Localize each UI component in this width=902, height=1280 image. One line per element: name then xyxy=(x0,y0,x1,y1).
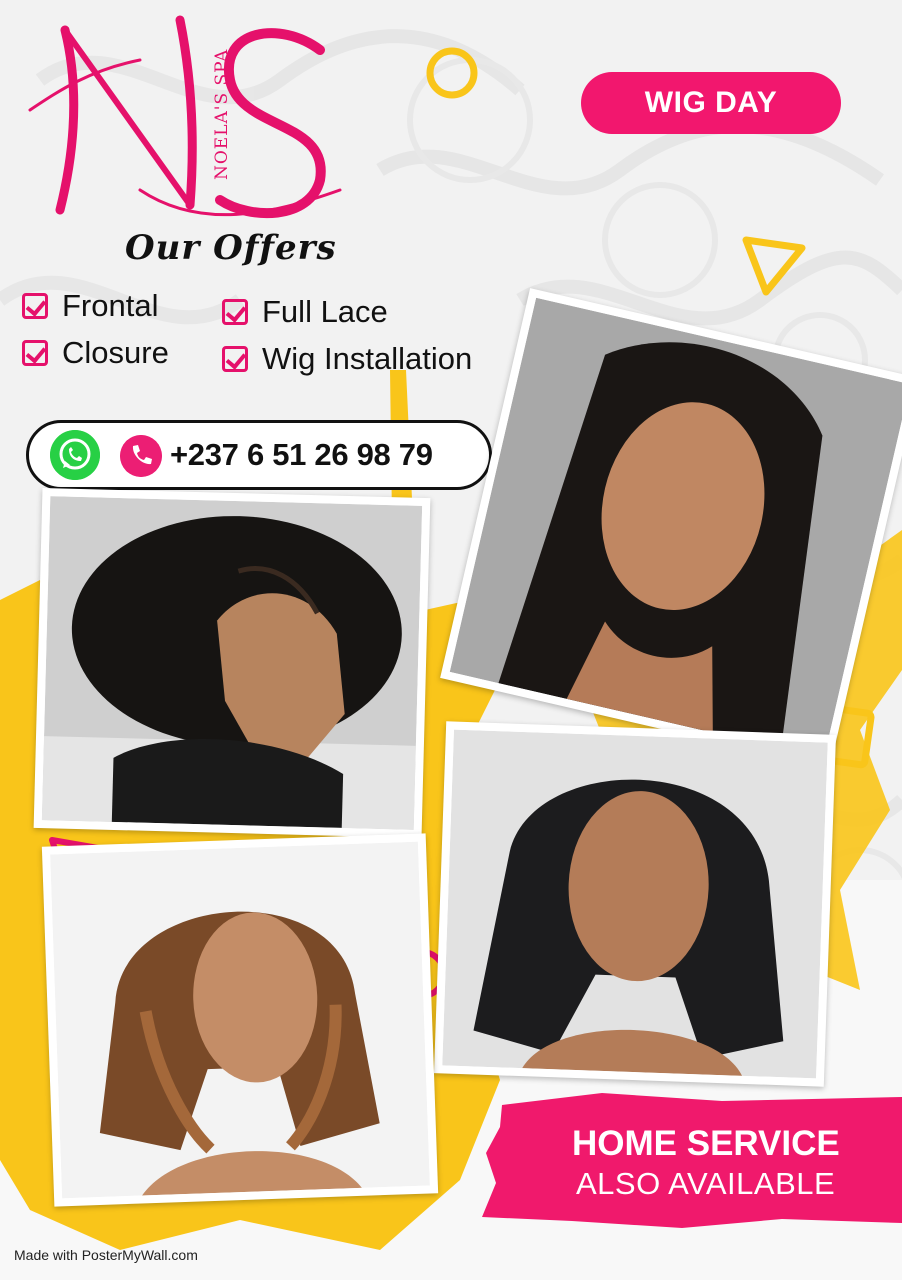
made-with-credit: Made with PosterMyWall.com xyxy=(14,1247,198,1263)
offer-label: Wig Installation xyxy=(262,341,473,376)
phone-number[interactable]: +237 6 51 26 98 79 xyxy=(170,437,433,473)
offer-item: Frontal xyxy=(22,288,158,324)
offer-label: Full Lace xyxy=(262,294,388,329)
offer-item: Full Lace xyxy=(222,294,388,330)
checkbox-icon xyxy=(22,340,48,366)
yellow-triangle-shape xyxy=(742,236,806,296)
brand-logo xyxy=(28,15,342,219)
home-service-subtitle: ALSO AVAILABLE xyxy=(576,1166,836,1201)
checkbox-icon xyxy=(22,293,48,319)
logo-spa-text: NOELA'S SPA xyxy=(212,48,232,180)
poster: NOELA'S SPA WIG DAY Our Offers Frontal F… xyxy=(0,0,902,1280)
offer-item: Wig Installation xyxy=(222,341,472,377)
yellow-circle-shape xyxy=(426,47,478,99)
wig-photo-black-bob xyxy=(433,721,837,1087)
wig-day-badge: WIG DAY xyxy=(581,72,841,134)
contact-pill[interactable]: +237 6 51 26 98 79 xyxy=(26,420,492,490)
checkbox-icon xyxy=(222,346,248,372)
offer-label: Closure xyxy=(62,335,169,370)
offers-title: Our Offers xyxy=(125,228,337,268)
wig-photo-brown-curls xyxy=(41,833,439,1207)
phone-icon xyxy=(120,435,162,477)
offer-item: Closure xyxy=(22,335,169,371)
wig-photo-afro xyxy=(33,487,431,839)
home-service-title: HOME SERVICE xyxy=(572,1124,840,1163)
checkbox-icon xyxy=(222,299,248,325)
whatsapp-icon xyxy=(50,430,100,480)
offer-label: Frontal xyxy=(62,288,159,323)
